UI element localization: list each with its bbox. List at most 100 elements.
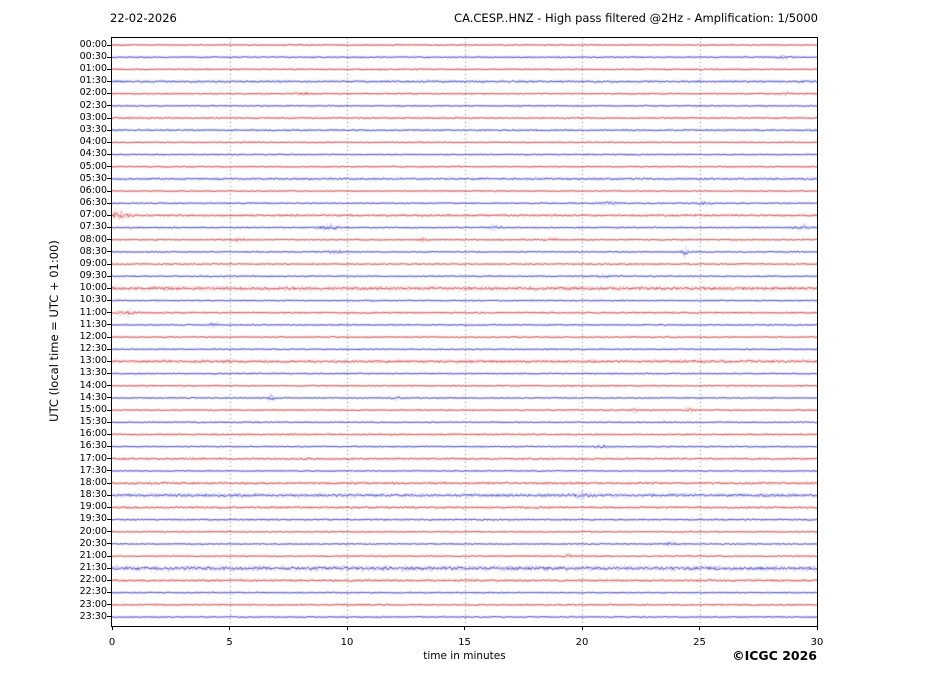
y-tick-label: 11:00 <box>0 308 107 318</box>
y-tick-mark <box>107 324 111 325</box>
x-tick-mark <box>347 626 348 630</box>
y-tick-label: 10:00 <box>0 283 107 293</box>
y-tick-mark <box>107 118 111 119</box>
y-tick-label: 13:00 <box>0 356 107 366</box>
y-tick-label: 00:30 <box>0 52 107 62</box>
y-tick-mark <box>107 81 111 82</box>
y-tick-mark <box>107 312 111 313</box>
y-tick-mark <box>107 239 111 240</box>
x-tick-mark <box>112 626 113 630</box>
y-tick-mark <box>107 105 111 106</box>
y-tick-mark <box>107 288 111 289</box>
y-tick-label: 06:00 <box>0 186 107 196</box>
y-tick-label: 07:00 <box>0 210 107 220</box>
y-tick-mark <box>107 45 111 46</box>
y-tick-mark <box>107 592 111 593</box>
y-tick-mark <box>107 458 111 459</box>
y-tick-label: 01:30 <box>0 76 107 86</box>
y-tick-mark <box>107 495 111 496</box>
y-tick-label: 15:30 <box>0 417 107 427</box>
y-tick-mark <box>107 337 111 338</box>
y-tick-mark <box>107 154 111 155</box>
y-tick-label: 19:00 <box>0 502 107 512</box>
x-tick-label: 20 <box>562 637 602 648</box>
x-tick-label: 15 <box>445 637 485 648</box>
y-tick-mark <box>107 543 111 544</box>
y-tick-label: 15:00 <box>0 405 107 415</box>
y-tick-mark <box>107 531 111 532</box>
y-tick-mark <box>107 410 111 411</box>
y-tick-mark <box>107 251 111 252</box>
seismogram-canvas <box>112 38 817 626</box>
x-tick-mark <box>817 626 818 630</box>
y-tick-label: 12:30 <box>0 344 107 354</box>
y-tick-label: 04:30 <box>0 149 107 159</box>
y-tick-label: 14:00 <box>0 381 107 391</box>
plot-area <box>111 37 818 627</box>
y-tick-label: 20:00 <box>0 527 107 537</box>
y-tick-label: 18:30 <box>0 490 107 500</box>
x-tick-label: 10 <box>327 637 367 648</box>
y-tick-label: 07:30 <box>0 222 107 232</box>
y-tick-mark <box>107 276 111 277</box>
y-tick-label: 09:00 <box>0 259 107 269</box>
y-tick-mark <box>107 446 111 447</box>
y-tick-mark <box>107 507 111 508</box>
y-tick-mark <box>107 556 111 557</box>
y-tick-mark <box>107 519 111 520</box>
y-tick-mark <box>107 604 111 605</box>
y-tick-label: 22:00 <box>0 575 107 585</box>
y-tick-label: 17:00 <box>0 454 107 464</box>
y-tick-mark <box>107 483 111 484</box>
x-tick-label: 25 <box>680 637 720 648</box>
y-tick-label: 05:30 <box>0 174 107 184</box>
y-tick-label: 08:30 <box>0 247 107 257</box>
y-tick-mark <box>107 349 111 350</box>
y-tick-mark <box>107 300 111 301</box>
y-tick-mark <box>107 227 111 228</box>
y-tick-label: 10:30 <box>0 295 107 305</box>
y-tick-label: 14:30 <box>0 393 107 403</box>
y-tick-label: 17:30 <box>0 466 107 476</box>
y-tick-mark <box>107 373 111 374</box>
y-tick-label: 12:00 <box>0 332 107 342</box>
y-tick-label: 02:00 <box>0 88 107 98</box>
y-tick-label: 03:30 <box>0 125 107 135</box>
y-tick-label: 11:30 <box>0 320 107 330</box>
y-tick-mark <box>107 130 111 131</box>
y-tick-mark <box>107 385 111 386</box>
y-tick-mark <box>107 568 111 569</box>
y-tick-label: 08:00 <box>0 235 107 245</box>
y-tick-label: 16:00 <box>0 429 107 439</box>
y-tick-label: 21:30 <box>0 563 107 573</box>
y-tick-label: 00:00 <box>0 40 107 50</box>
y-tick-label: 01:00 <box>0 64 107 74</box>
y-tick-mark <box>107 203 111 204</box>
y-tick-label: 19:30 <box>0 514 107 524</box>
y-tick-label: 03:00 <box>0 113 107 123</box>
x-tick-label: 30 <box>797 637 837 648</box>
y-tick-label: 05:00 <box>0 162 107 172</box>
copyright-label: ©ICGC 2026 <box>732 648 817 663</box>
y-tick-mark <box>107 397 111 398</box>
y-tick-mark <box>107 616 111 617</box>
y-tick-label: 22:30 <box>0 587 107 597</box>
x-tick-mark <box>229 626 230 630</box>
y-tick-mark <box>107 191 111 192</box>
y-tick-label: 06:30 <box>0 198 107 208</box>
y-tick-mark <box>107 142 111 143</box>
y-tick-label: 21:00 <box>0 551 107 561</box>
y-tick-mark <box>107 264 111 265</box>
y-tick-mark <box>107 361 111 362</box>
y-tick-mark <box>107 422 111 423</box>
y-tick-label: 04:00 <box>0 137 107 147</box>
y-tick-mark <box>107 434 111 435</box>
y-tick-label: 20:30 <box>0 539 107 549</box>
y-tick-mark <box>107 580 111 581</box>
y-tick-mark <box>107 470 111 471</box>
helicorder-figure: 22-02-2026 CA.CESP..HNZ - High pass filt… <box>0 0 927 696</box>
page-title: CA.CESP..HNZ - High pass filtered @2Hz -… <box>454 11 818 25</box>
y-tick-label: 16:30 <box>0 441 107 451</box>
y-tick-label: 18:00 <box>0 478 107 488</box>
y-tick-mark <box>107 166 111 167</box>
